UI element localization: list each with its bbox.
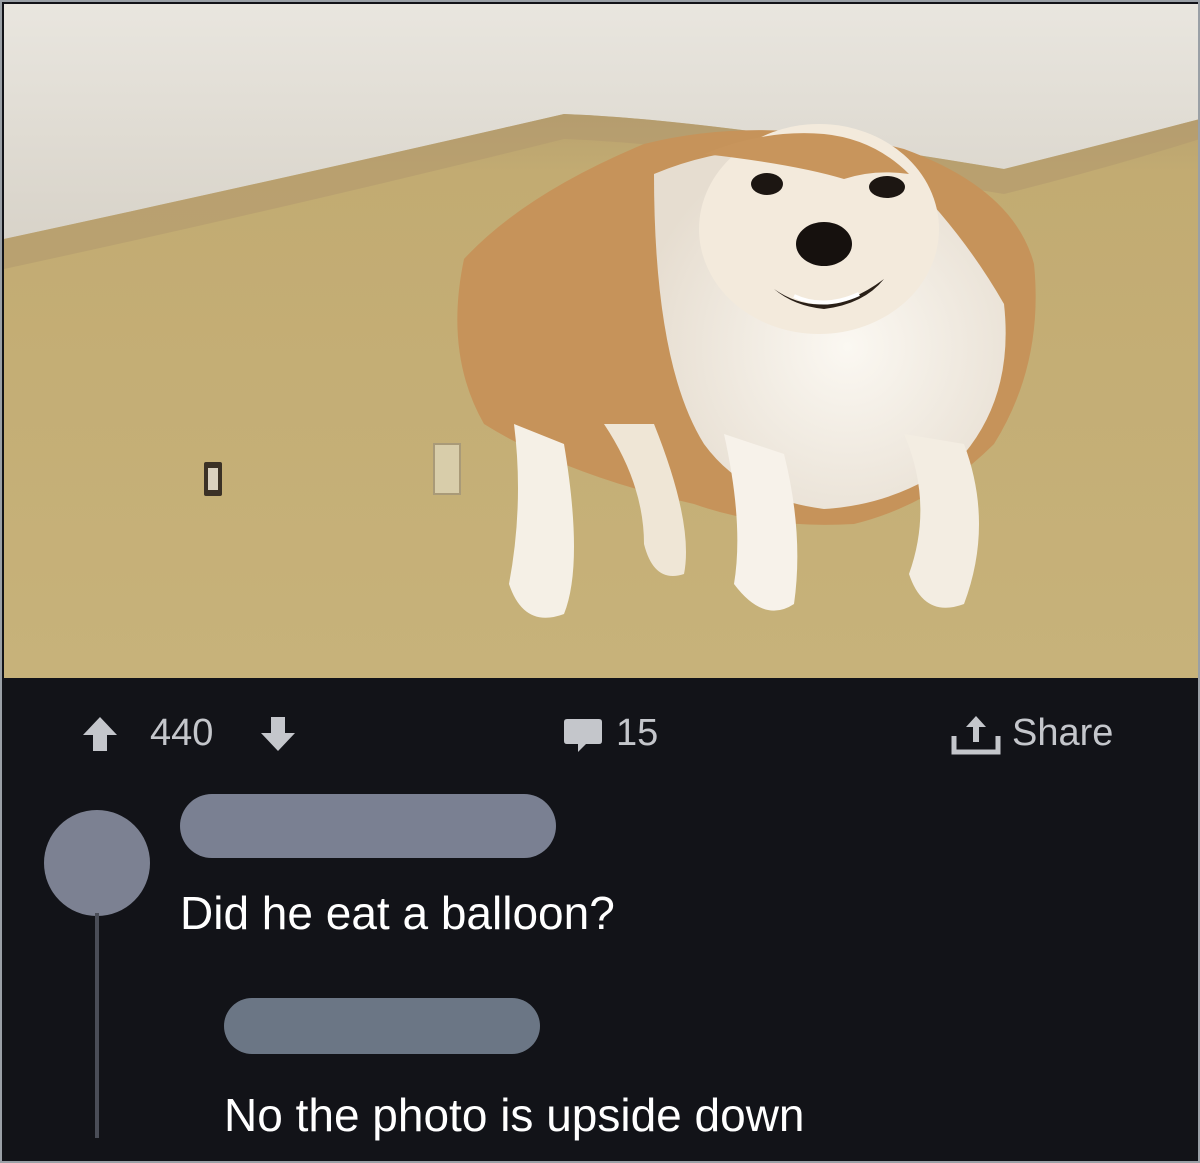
upvote-arrow-icon[interactable] [80,714,120,754]
post-image[interactable] [4,4,1198,678]
avatar[interactable] [44,810,150,916]
comment-thread: Did he eat a balloon? No the photo is up… [4,788,1198,1161]
reply-redacted-username [224,998,540,1054]
reply-text: No the photo is upside down [224,1089,805,1141]
downvote-arrow-icon[interactable] [258,714,298,754]
comment-text: Did he eat a balloon? [180,887,615,939]
upvote-count: 440 [150,712,214,754]
post-card: 440 15 Share Did he eat a balloon? No th… [0,0,1200,1163]
comment-count: 15 [616,712,659,754]
comment-bubble-icon[interactable] [562,716,604,756]
share-icon[interactable] [948,712,1004,758]
thread-line[interactable] [95,913,99,1138]
dog-photo [4,4,1198,678]
share-label[interactable]: Share [1012,714,1113,752]
post-action-bar: 440 15 Share [4,678,1198,788]
redacted-username [180,794,556,858]
